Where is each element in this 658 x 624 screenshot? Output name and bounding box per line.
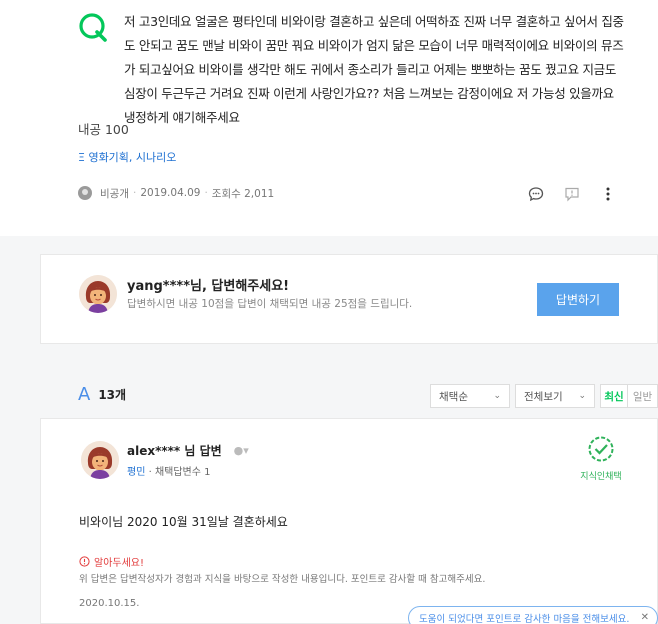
meta-separator: · — [204, 187, 208, 199]
answers-header: A 13개 — [78, 384, 126, 405]
alert-icon — [79, 556, 90, 567]
answerer-avatar[interactable] — [81, 441, 119, 479]
notice-title-text: 알아두세요! — [94, 558, 145, 569]
chevron-down-icon: ⌄ — [578, 391, 586, 401]
question-date: 2019.04.09 — [140, 187, 201, 199]
question-bounty: 내공 100 — [78, 122, 129, 137]
answerer-rank: 평민 · 채택답변수 1 — [127, 463, 211, 478]
answer-a-icon: A — [78, 384, 91, 405]
tab-general[interactable]: 일반 — [628, 384, 658, 408]
sort-select-value: 채택순 — [439, 390, 468, 403]
question-views: 조회수 2,011 — [211, 187, 275, 200]
view-select-value: 전체보기 — [524, 390, 563, 403]
question-meta: 비공개 · 2019.04.09 · 조회수 2,011 — [78, 184, 274, 202]
comment-icon[interactable] — [526, 184, 546, 204]
answerer-name-text: alex**** 님 답변 — [127, 444, 222, 458]
answer-prompt-card: yang****님, 답변해주세요! 답변하시면 내공 10점을 답변이 채택되… — [40, 254, 658, 344]
check-circle-icon — [588, 436, 614, 462]
report-icon[interactable] — [562, 184, 582, 204]
answerer-stats: 채택답변수 1 — [154, 467, 211, 478]
chosen-badge: 지식인채택 — [573, 435, 629, 482]
person-dropdown-icon[interactable]: ●▾ — [234, 444, 249, 457]
answerer-name[interactable]: alex**** 님 답변 ●▾ — [127, 442, 249, 459]
sort-select[interactable]: 채택순 ⌄ — [430, 384, 510, 408]
question-q-icon — [79, 13, 107, 42]
meta-separator: · — [132, 187, 137, 199]
question-actions — [510, 184, 618, 204]
answer-card: alex**** 님 답변 ●▾ 평민 · 채택답변수 1 지식인채택 비와이님… — [40, 418, 658, 624]
chosen-label: 지식인채택 — [580, 472, 622, 482]
author-avatar-icon — [78, 186, 92, 200]
answerer-grade: 평민 — [127, 467, 146, 478]
chevron-down-icon: ⌄ — [493, 391, 501, 401]
answer-date: 2020.10.15. — [79, 598, 140, 609]
close-icon[interactable]: ✕ — [641, 612, 649, 623]
question-author[interactable]: 비공개 — [100, 186, 129, 201]
prompt-title: yang****님, 답변해주세요! — [127, 279, 290, 294]
toast-text: 도움이 되었다면 포인트로 감사한 마음을 전해보세요. — [419, 614, 630, 624]
notice-body: 위 답변은 답변작성자가 경험과 지식을 바탕으로 작성한 내용입니다. 포인트… — [79, 574, 486, 585]
question-category-link[interactable]: Ξ 영화기획, 시나리오 — [78, 149, 176, 165]
question-card: 저 고3인데요 얼굴은 평타인데 비와이랑 결혼하고 싶은데 어떡하죠 진짜 너… — [0, 0, 658, 236]
answers-count: 13개 — [98, 388, 127, 402]
tab-latest[interactable]: 최신 — [600, 384, 628, 408]
view-select[interactable]: 전체보기 ⌄ — [515, 384, 595, 408]
prompt-description: 답변하시면 내공 10점을 답변이 채택되면 내공 25점을 드립니다. — [127, 298, 413, 310]
support-toast[interactable]: 도움이 되었다면 포인트로 감사한 마음을 전해보세요. ✕ — [408, 606, 658, 624]
question-body: 저 고3인데요 얼굴은 평타인데 비와이랑 결혼하고 싶은데 어떡하죠 진짜 너… — [124, 14, 624, 125]
answer-text: 비와이님 2020 10월 31일날 결혼하세요 — [79, 515, 288, 529]
more-menu-icon[interactable] — [598, 184, 618, 204]
answer-button[interactable]: 답변하기 — [537, 283, 619, 316]
notice-title: 알아두세요! — [79, 554, 144, 569]
user-avatar — [79, 275, 117, 313]
